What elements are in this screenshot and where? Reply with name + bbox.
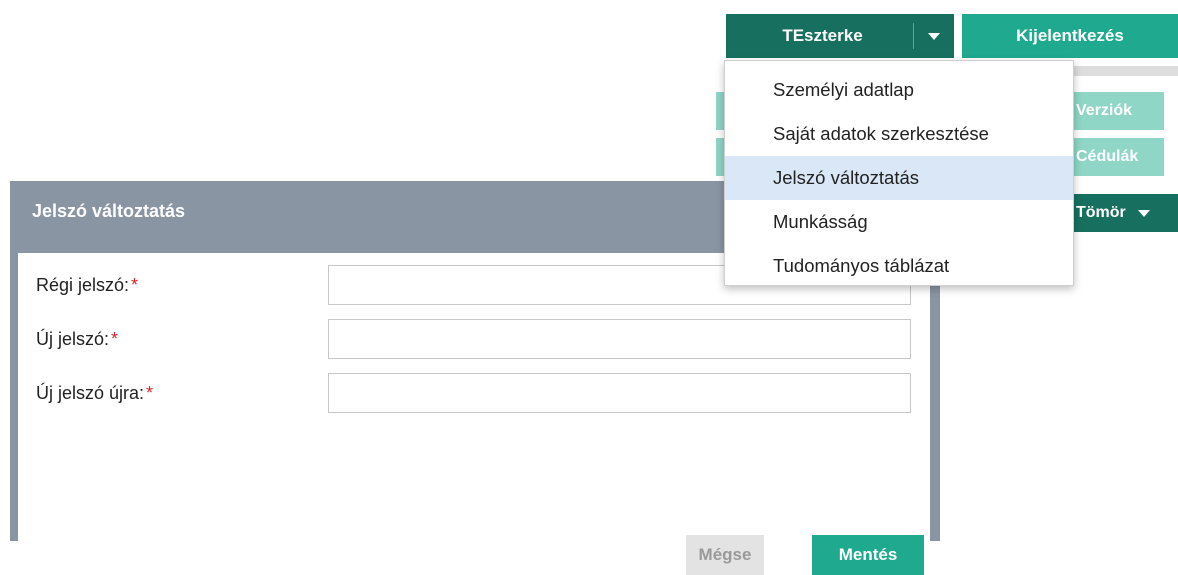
logout-button[interactable]: Kijelentkezés (962, 14, 1178, 58)
user-menu-button[interactable]: TEszterke (726, 14, 954, 58)
confirm-password-label: Új jelszó újra: * (36, 383, 153, 404)
confirm-password-label-text: Új jelszó újra: (36, 383, 145, 403)
old-password-label: Régi jelszó: * (36, 275, 138, 296)
save-button[interactable]: Mentés (812, 535, 924, 575)
versions-button[interactable]: Verziók (1070, 92, 1164, 130)
notes-button[interactable]: Cédulák (1070, 138, 1164, 176)
compact-view-label: Tömör (1076, 204, 1126, 221)
menu-item-work[interactable]: Munkásság (725, 200, 1073, 244)
confirm-password-input[interactable] (328, 373, 911, 413)
user-dropdown-menu: Személyi adatlap Saját adatok szerkeszté… (724, 60, 1074, 286)
menu-item-scientific-table[interactable]: Tudományos táblázat (725, 244, 1073, 288)
menu-item-edit-own-data[interactable]: Saját adatok szerkesztése (725, 112, 1073, 156)
cancel-button[interactable]: Mégse (686, 535, 764, 575)
caret-down-icon (928, 32, 940, 40)
dialog-body: Régi jelszó: * Új jelszó: * Új jelszó újra… (18, 253, 930, 575)
menu-item-change-password[interactable]: Jelszó változtatás (725, 156, 1073, 200)
old-password-label-text: Régi jelszó: (36, 275, 130, 295)
compact-view-button[interactable]: Tömör (1070, 194, 1178, 232)
required-marker: * (146, 383, 154, 403)
required-marker: * (131, 275, 139, 295)
new-password-row: Új jelszó: * (18, 319, 930, 361)
user-name-label: TEszterke (782, 26, 863, 45)
caret-down-icon (1137, 209, 1150, 217)
user-menu-toggle[interactable] (914, 14, 954, 58)
new-password-input[interactable] (328, 319, 911, 359)
menu-item-personal-profile[interactable]: Személyi adatlap (725, 68, 1073, 112)
confirm-password-row: Új jelszó újra: * (18, 373, 930, 415)
new-password-label: Új jelszó: * (36, 329, 118, 350)
new-password-label-text: Új jelszó: (36, 329, 110, 349)
required-marker: * (111, 329, 119, 349)
dialog-title: Jelszó változtatás (32, 201, 186, 221)
